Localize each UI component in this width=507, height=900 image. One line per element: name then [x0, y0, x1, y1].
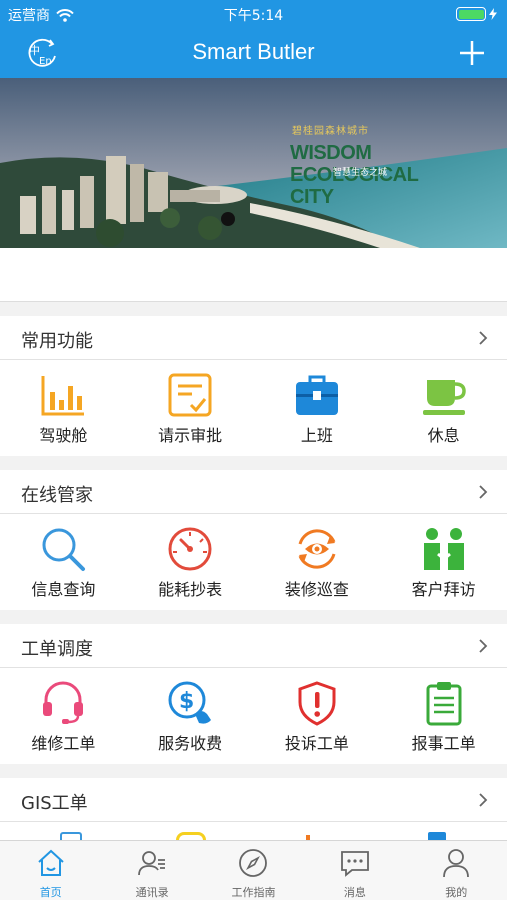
- payment-icon: $: [168, 681, 212, 724]
- battery-indicator: [456, 7, 497, 21]
- report-order-label: 报事工单: [411, 734, 476, 753]
- add-button[interactable]: [459, 40, 485, 66]
- contacts-icon: [138, 851, 166, 876]
- gis-icon-partial: [176, 832, 206, 840]
- gauge-icon: [168, 527, 212, 571]
- status-bar: 运营商 下午5:14: [0, 0, 507, 28]
- service-fee-label: 服务收费: [158, 734, 223, 753]
- clipboard-icon: [426, 682, 462, 726]
- eye-refresh-icon: [298, 529, 336, 569]
- plus-icon: [460, 41, 484, 65]
- section-header[interactable]: 工单调度: [0, 624, 507, 668]
- section-title: 常用功能: [21, 331, 93, 352]
- section-work-order-dispatch: 工单调度 维修工单 $ 服务收费 投诉工单 报事工单: [0, 624, 507, 764]
- briefcase-icon: [295, 375, 338, 415]
- home-icon: [38, 849, 64, 876]
- clock-in-label: 上班: [300, 426, 333, 445]
- banner-caption: 智慧生态之城: [333, 168, 388, 178]
- message-icon: [340, 851, 369, 877]
- tab-messages[interactable]: 消息: [304, 841, 405, 900]
- headset-icon: [43, 681, 84, 724]
- section-title: 在线管家: [21, 485, 93, 506]
- nav-bar: 中 En Smart Butler: [0, 28, 507, 78]
- section-title: GIS工单: [21, 793, 88, 814]
- banner-subtitle: 碧桂园森林城市: [292, 126, 369, 137]
- report-order-button[interactable]: 报事工单: [380, 668, 507, 764]
- complaint-order-button[interactable]: 投诉工单: [254, 668, 381, 764]
- tab-label: 首页: [39, 886, 62, 899]
- tab-bar: 首页 通讯录 工作指南 消息 我的: [0, 840, 507, 900]
- gis-icon-partial: [428, 832, 446, 840]
- info-query-button[interactable]: 信息查询: [0, 514, 127, 610]
- section-header[interactable]: 在线管家: [0, 470, 507, 514]
- gis-icon-partial: [60, 832, 82, 840]
- approval-request-label: 请示审批: [158, 426, 223, 445]
- tab-contacts[interactable]: 通讯录: [101, 841, 202, 900]
- banner-spacer: [0, 248, 507, 302]
- customer-visit-label: 客户拜访: [411, 580, 476, 599]
- visit-icon: [423, 528, 464, 570]
- compass-icon: [239, 849, 268, 877]
- chevron-right-icon: [479, 793, 488, 807]
- tab-label: 我的: [445, 886, 468, 899]
- banner-carousel[interactable]: 碧桂园森林城市 WISDOM ECOLOGICAL CITY 智慧生态之城: [0, 78, 507, 248]
- renovation-inspection-button[interactable]: 装修巡查: [254, 514, 381, 610]
- info-query-label: 信息查询: [31, 580, 96, 599]
- approval-icon: [168, 373, 212, 417]
- gis-icons-peek: [0, 822, 507, 840]
- repair-order-label: 维修工单: [31, 734, 96, 753]
- tab-home[interactable]: 首页: [0, 841, 101, 900]
- carousel-page-indicator[interactable]: [221, 212, 235, 226]
- coffee-icon: [422, 380, 466, 415]
- rest-label: 休息: [427, 426, 460, 445]
- cockpit-label: 驾驶舱: [39, 426, 88, 445]
- customer-visit-button[interactable]: 客户拜访: [380, 514, 507, 610]
- section-title: 工单调度: [21, 639, 93, 660]
- clock-in-button[interactable]: 上班: [254, 360, 381, 456]
- chevron-right-icon: [479, 485, 488, 499]
- chevron-right-icon: [479, 639, 488, 653]
- page-title: Smart Butler: [192, 39, 315, 64]
- tab-label: 工作指南: [231, 886, 276, 899]
- repair-order-button[interactable]: 维修工单: [0, 668, 127, 764]
- section-common-functions: 常用功能 驾驶舱 请示审批 上班 休息: [0, 316, 507, 456]
- tab-label: 通讯录: [135, 886, 169, 899]
- section-online-butler: 在线管家 信息查询 能耗抄表 装修巡查 客户拜访: [0, 470, 507, 610]
- battery-icon: [456, 7, 486, 21]
- rest-button[interactable]: 休息: [380, 360, 507, 456]
- search-icon: [42, 528, 86, 571]
- tab-work-guide[interactable]: 工作指南: [203, 841, 304, 900]
- tab-label: 消息: [343, 886, 366, 899]
- meter-reading-label: 能耗抄表: [158, 580, 223, 599]
- svg-text:$: $: [179, 689, 194, 714]
- tab-profile[interactable]: 我的: [406, 841, 507, 900]
- section-gis-work-order: GIS工单: [0, 778, 507, 840]
- section-header[interactable]: GIS工单: [0, 778, 507, 822]
- user-icon: [443, 849, 470, 878]
- charging-bolt-icon: [489, 8, 497, 20]
- meter-reading-button[interactable]: 能耗抄表: [127, 514, 254, 610]
- banner-title-line2: CITY: [290, 186, 334, 208]
- renovation-inspection-label: 装修巡查: [284, 580, 349, 599]
- bar-chart-icon: [41, 376, 85, 416]
- approval-request-button[interactable]: 请示审批: [127, 360, 254, 456]
- banner-title: WISDOM ECOLOGICAL CITY: [290, 142, 500, 208]
- service-fee-button[interactable]: $ 服务收费: [127, 668, 254, 764]
- banner-title-line1: WISDOM ECOLOGICAL: [290, 142, 419, 186]
- cockpit-button[interactable]: 驾驶舱: [0, 360, 127, 456]
- section-header[interactable]: 常用功能: [0, 316, 507, 360]
- alert-shield-icon: [298, 681, 336, 726]
- chevron-right-icon: [479, 331, 488, 345]
- status-time: 下午5:14: [223, 8, 284, 24]
- complaint-order-label: 投诉工单: [284, 734, 349, 753]
